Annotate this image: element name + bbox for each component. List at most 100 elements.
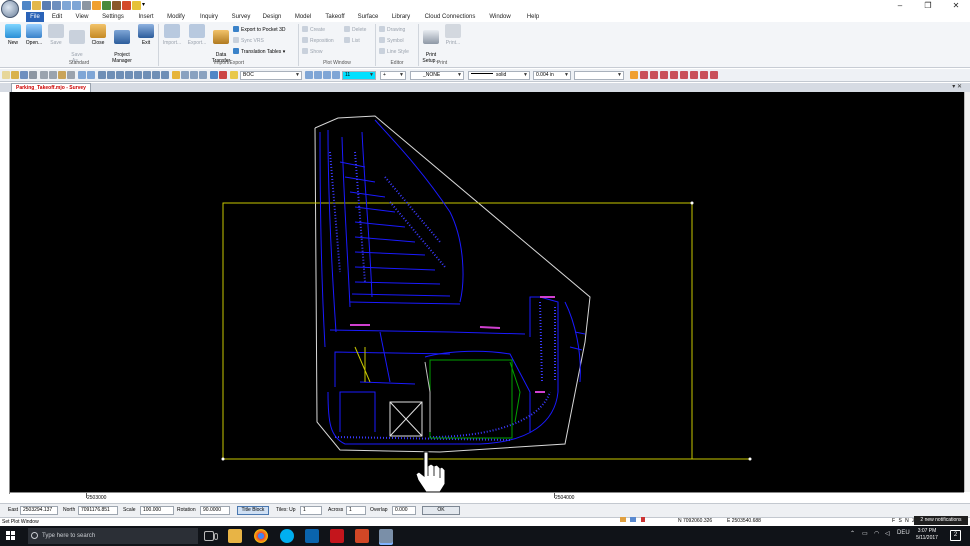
open-doc-icon[interactable] <box>11 71 19 79</box>
tray-language[interactable]: DEU <box>897 530 910 536</box>
measure-icon[interactable] <box>190 71 198 79</box>
zoom-icon[interactable] <box>122 1 131 10</box>
menu-file[interactable]: File <box>26 12 44 22</box>
menu-model[interactable]: Model <box>292 12 314 22</box>
undo-icon[interactable] <box>78 71 86 79</box>
chrome-icon[interactable] <box>254 529 268 543</box>
acrobat-icon[interactable] <box>330 529 344 543</box>
save-as-button[interactable]: Save As... <box>66 24 88 64</box>
data-transfer-button[interactable]: Data Transfer <box>210 24 232 64</box>
menu-window[interactable]: Window <box>487 12 513 22</box>
snap-intersect-icon[interactable] <box>660 71 668 79</box>
business-center-icon[interactable] <box>379 529 393 543</box>
extra-select[interactable]: ▼ <box>574 71 624 80</box>
layer-select[interactable]: BOC ▼ <box>240 71 302 80</box>
east-input[interactable]: 2503294.137 <box>20 506 58 515</box>
menu-cloud-connections[interactable]: Cloud Connections <box>422 12 478 22</box>
help-icon[interactable] <box>102 1 111 10</box>
menu-view[interactable]: View <box>72 12 92 22</box>
text-style-select[interactable]: _NONE ▼ <box>410 71 464 80</box>
save-icon[interactable] <box>42 1 51 10</box>
find-icon[interactable] <box>199 71 207 79</box>
snap-nearest-icon[interactable] <box>690 71 698 79</box>
notification-toast[interactable]: 2 new notifications <box>914 516 968 525</box>
symbol-editor-button[interactable]: Symbol <box>379 37 404 45</box>
task-view-icon[interactable] <box>204 531 214 541</box>
plot-create-button[interactable]: Create <box>302 26 325 34</box>
translation-tables-button[interactable]: Translation Tables ▾ <box>233 48 285 56</box>
delete-icon[interactable] <box>67 71 75 79</box>
tiles-up-input[interactable]: 1 <box>300 506 322 515</box>
zoom-in-icon[interactable] <box>125 71 133 79</box>
snap-grid-icon[interactable] <box>710 71 718 79</box>
undo-icon[interactable] <box>62 1 71 10</box>
snap-icon[interactable] <box>219 71 227 79</box>
layer-filter-icon[interactable] <box>332 71 340 79</box>
line-style-editor-button[interactable]: Line Style <box>379 48 409 56</box>
close-button[interactable]: Close <box>87 24 109 46</box>
north-input[interactable]: 7091176.851 <box>78 506 118 515</box>
save-button[interactable]: Save <box>45 24 67 46</box>
plot-list-button[interactable]: List <box>344 37 360 45</box>
menu-insert[interactable]: Insert <box>136 12 156 22</box>
powerpoint-icon[interactable] <box>355 529 369 543</box>
layer-manager-icon[interactable] <box>172 71 180 79</box>
open-button[interactable]: Open... <box>23 24 45 46</box>
taskbar-search[interactable]: Type here to search <box>28 528 218 544</box>
taskbar-clock[interactable]: 3:07 PM 5/11/2017 <box>910 528 944 542</box>
plot-delete-button[interactable]: Delete <box>344 26 366 34</box>
app-menu-orb[interactable] <box>1 0 19 18</box>
color-select[interactable]: 11 ▼ <box>342 71 376 80</box>
tray-volume-icon[interactable]: ◁ <box>885 530 890 537</box>
menu-settings[interactable]: Settings <box>100 12 126 22</box>
paste-icon[interactable] <box>58 71 66 79</box>
title-block-button[interactable]: Title Block <box>237 506 269 515</box>
import-button[interactable]: Import... <box>160 24 184 46</box>
close-window-button[interactable]: ✕ <box>942 0 970 11</box>
action-center-icon[interactable]: 2 <box>950 530 961 541</box>
minimize-button[interactable]: – <box>886 0 914 11</box>
new-button[interactable]: New <box>2 24 24 46</box>
tray-chevron-icon[interactable]: ⌃ <box>850 530 855 537</box>
tray-wifi-icon[interactable]: ◠ <box>874 530 879 537</box>
windows-start-icon[interactable] <box>6 531 16 541</box>
snap-tangent-icon[interactable] <box>700 71 708 79</box>
menu-inquiry[interactable]: Inquiry <box>198 12 220 22</box>
drawing-canvas[interactable] <box>10 92 964 493</box>
copy-icon[interactable] <box>49 71 57 79</box>
skype-icon[interactable] <box>280 529 294 543</box>
export-button[interactable]: Export... <box>185 24 209 46</box>
snap-mode-icon[interactable] <box>630 71 638 79</box>
tray-network-icon[interactable]: ▭ <box>862 530 868 537</box>
print-doc-icon[interactable] <box>29 71 37 79</box>
layer-back-icon[interactable] <box>305 71 313 79</box>
document-tab[interactable]: Parking_Takeoff.mjo - Survey <box>11 83 91 92</box>
menu-help[interactable]: Help <box>524 12 542 22</box>
plot-reposition-button[interactable]: Reposition <box>302 37 334 45</box>
ok-button[interactable]: OK <box>422 506 460 515</box>
redo-icon[interactable] <box>87 71 95 79</box>
drawing-editor-button[interactable]: Drawing <box>379 26 405 34</box>
info-icon[interactable] <box>132 1 141 10</box>
pan-icon[interactable] <box>98 71 106 79</box>
menu-takeoff[interactable]: Takeoff <box>323 12 347 22</box>
new-icon[interactable] <box>22 1 31 10</box>
snap-midpoint-icon[interactable] <box>650 71 658 79</box>
zoom-previous-icon[interactable] <box>116 71 124 79</box>
snap-center-icon[interactable] <box>680 71 688 79</box>
layer-forward-icon[interactable] <box>314 71 322 79</box>
menu-design[interactable]: Design <box>261 12 283 22</box>
restore-button[interactable]: ❐ <box>914 0 942 11</box>
snap-endpoint-icon[interactable] <box>640 71 648 79</box>
project-manager-button[interactable]: Project Manager <box>109 24 135 64</box>
export-pocket3d-button[interactable]: Export to Pocket 3D <box>233 26 285 34</box>
layer-visibility-icon[interactable] <box>230 71 238 79</box>
cut-icon[interactable] <box>40 71 48 79</box>
menu-surface[interactable]: Surface <box>356 12 380 22</box>
layer-refresh-icon[interactable] <box>323 71 331 79</box>
redo-icon[interactable] <box>72 1 81 10</box>
rotation-input[interactable]: 90.0000 <box>200 506 230 515</box>
outlook-icon[interactable] <box>305 529 319 543</box>
zoom-window-icon[interactable] <box>107 71 115 79</box>
file-explorer-icon[interactable] <box>228 529 242 543</box>
